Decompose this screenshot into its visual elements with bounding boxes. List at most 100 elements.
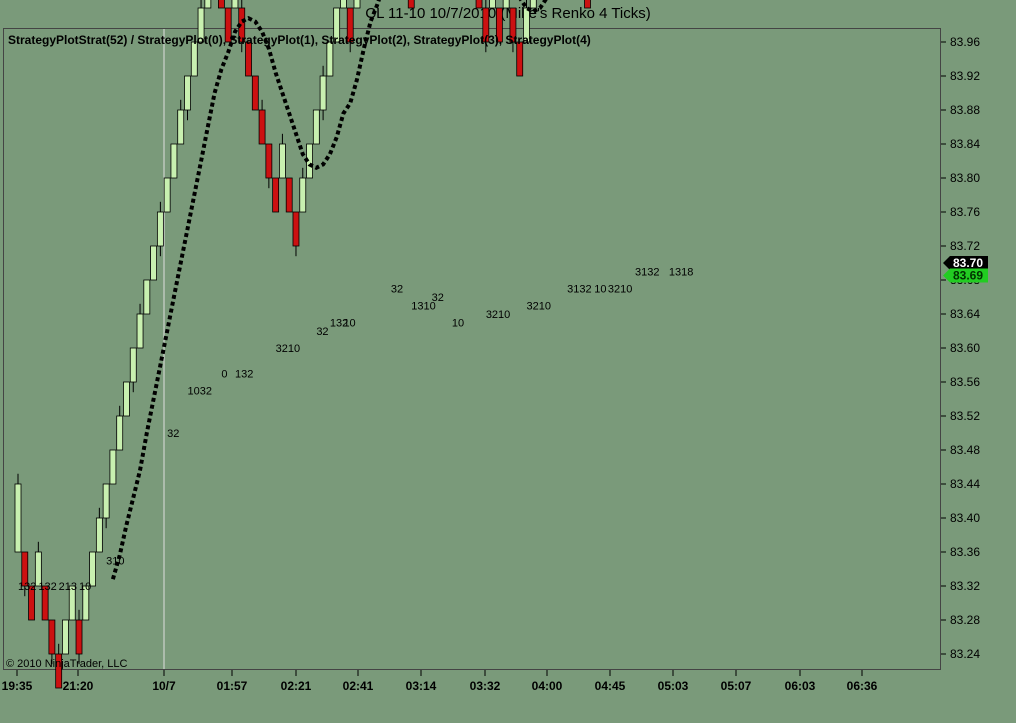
strategy-signal-label: 1032 <box>188 386 212 398</box>
strategy-signal-label: 132 <box>38 581 56 593</box>
strategy-signal-label: 3132 <box>635 267 659 279</box>
strategy-signal-label: 0 <box>221 369 227 381</box>
candle-up <box>190 41 198 77</box>
x-tick-label: 05:07 <box>721 679 752 693</box>
y-tick-label: 83.56 <box>950 375 980 389</box>
x-tick-label: 04:00 <box>532 679 563 693</box>
strategy-signal-label: 213 <box>59 581 77 593</box>
y-tick-label: 83.92 <box>950 69 980 83</box>
y-tick-label: 83.52 <box>950 409 980 423</box>
candle-down <box>272 177 280 213</box>
candle-down <box>217 0 225 9</box>
y-tick-label: 83.84 <box>950 137 980 151</box>
strategy-plot-line <box>110 0 548 580</box>
candle-up <box>204 0 212 9</box>
y-tick-label: 83.32 <box>950 579 980 593</box>
candle-down <box>251 75 259 111</box>
y-tick-label: 83.24 <box>950 647 980 661</box>
x-tick-label: 03:32 <box>470 679 501 693</box>
x-tick-label: 05:03 <box>658 679 689 693</box>
strategy-signal-label: 10 <box>452 318 464 330</box>
candle-up <box>123 381 130 417</box>
x-tick-label: 21:20 <box>63 679 94 693</box>
strategy-signal-label: 132 <box>18 581 36 593</box>
candle-up <box>129 347 137 383</box>
y-tick-label: 83.48 <box>950 443 980 457</box>
candle-up <box>14 483 22 553</box>
strategy-signal-label: 310 <box>106 556 124 568</box>
candle-up <box>136 313 144 349</box>
y-tick-label: 83.88 <box>950 103 980 117</box>
candle-down <box>584 0 591 9</box>
y-tick-label: 83.40 <box>950 511 980 525</box>
candle-up <box>340 0 347 9</box>
x-tick-label: 06:36 <box>847 679 878 693</box>
strategy-value-label: 83.69 <box>953 269 983 283</box>
x-tick-label: 06:03 <box>785 679 816 693</box>
x-tick-label: 04:45 <box>595 679 626 693</box>
x-tick-label: 02:41 <box>343 679 374 693</box>
candle-down <box>75 619 83 655</box>
strategy-signal-label: 10 <box>79 581 91 593</box>
candle-up <box>299 177 307 213</box>
y-tick-label: 83.28 <box>950 613 980 627</box>
strategy-signal-label: 1318 <box>669 267 693 279</box>
candle-up <box>170 143 178 179</box>
candle-down <box>258 109 266 145</box>
candle-up <box>177 109 185 145</box>
y-tick-label: 83.44 <box>950 477 980 491</box>
y-tick-label: 83.76 <box>950 205 980 219</box>
candle-up <box>326 41 334 77</box>
candle-up <box>353 0 361 9</box>
y-tick-label: 83.72 <box>950 239 980 253</box>
candle-up <box>529 0 537 9</box>
candle-up <box>163 177 171 213</box>
strategy-signal-label: 32 <box>316 326 328 338</box>
y-tick-label: 83.80 <box>950 171 980 185</box>
candle-up <box>502 0 510 9</box>
strategy-signal-label: 10 <box>343 318 355 330</box>
candle-down <box>245 41 252 77</box>
y-tick-label: 83.36 <box>950 545 980 559</box>
y-tick-label: 83.60 <box>950 341 980 355</box>
candle-up <box>62 619 69 655</box>
candle-up <box>231 0 239 9</box>
x-tick-label: 19:35 <box>2 679 33 693</box>
candle-up <box>95 517 103 553</box>
strategy-signal-label: 132 <box>235 369 253 381</box>
x-tick-label: 01:57 <box>217 679 248 693</box>
price-chart[interactable]: 83.9683.9283.8883.8483.8083.7683.7283.68… <box>0 0 1016 723</box>
candle-up <box>150 245 158 281</box>
candle-up <box>184 75 191 111</box>
y-tick-label: 83.64 <box>950 307 980 321</box>
candle-up <box>156 211 164 247</box>
candle-up <box>312 109 320 145</box>
copyright-notice: © 2010 NinjaTrader, LLC <box>6 658 128 670</box>
candle-down <box>48 619 56 655</box>
candle-up <box>319 75 327 111</box>
candle-up <box>102 483 110 519</box>
candle-up <box>279 143 286 179</box>
candle-down <box>265 143 273 179</box>
x-tick-label: 10/7 <box>152 679 176 693</box>
plot-subtitle: StrategyPlotStrat(52) / StrategyPlot(0),… <box>8 33 591 47</box>
candle-up <box>489 0 497 9</box>
strategy-signal-label: 32 <box>167 428 179 440</box>
strategy-signal-label: 3210 <box>608 284 632 296</box>
candle-up <box>109 449 117 485</box>
strategy-signal-label: 3210 <box>527 301 551 313</box>
strategy-signal-label: 3210 <box>276 343 300 355</box>
candle-down <box>407 0 415 9</box>
strategy-signal-label: 32 <box>432 292 444 304</box>
candle-down <box>292 211 300 247</box>
candle-down <box>516 41 524 77</box>
candle-down <box>475 0 483 9</box>
candle-up <box>116 415 124 451</box>
y-tick-label: 83.96 <box>950 35 980 49</box>
x-tick-label: 02:21 <box>281 679 312 693</box>
strategy-signal-label: 3132 <box>567 284 591 296</box>
strategy-signal-label: 32 <box>391 284 403 296</box>
strategy-signal-label: 3210 <box>486 309 510 321</box>
x-tick-label: 03:14 <box>406 679 437 693</box>
candle-down <box>285 177 293 213</box>
